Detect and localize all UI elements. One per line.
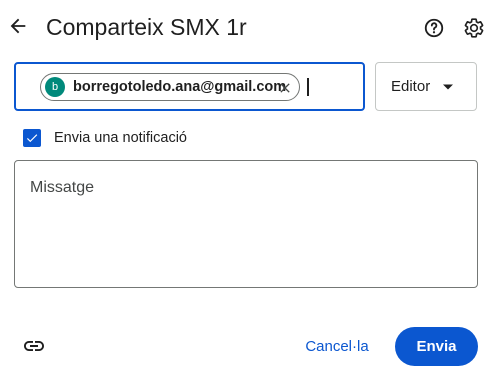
remove-recipient-button[interactable] — [275, 78, 295, 98]
copy-link-button[interactable] — [20, 332, 48, 360]
role-dropdown[interactable]: Editor — [375, 62, 477, 111]
dialog-title: Comparteix SMX 1r — [46, 14, 247, 40]
notify-checkbox[interactable] — [23, 129, 41, 147]
back-button[interactable] — [4, 12, 32, 40]
help-button[interactable] — [420, 14, 448, 42]
recipient-chip[interactable]: b borregotoledo.ana@gmail.com — [40, 73, 300, 101]
notify-label: Envia una notificació — [54, 130, 187, 146]
send-button[interactable]: Envia — [395, 327, 478, 366]
cancel-button[interactable]: Cancel·la — [296, 328, 378, 364]
settings-button[interactable] — [460, 14, 488, 42]
gear-icon — [464, 18, 484, 38]
avatar: b — [45, 77, 65, 97]
message-field[interactable]: Missatge — [14, 160, 478, 288]
help-circle-icon — [424, 18, 444, 38]
arrow-back-icon — [10, 18, 26, 34]
dropdown-arrow-icon — [443, 84, 453, 90]
close-icon — [280, 83, 290, 93]
recipients-input[interactable]: b borregotoledo.ana@gmail.com — [14, 62, 365, 111]
text-caret — [307, 78, 309, 96]
role-selected: Editor — [391, 78, 431, 95]
link-icon — [24, 341, 44, 351]
message-placeholder: Missatge — [30, 179, 95, 196]
check-icon — [26, 134, 38, 143]
recipient-email: borregotoledo.ana@gmail.com — [73, 79, 287, 95]
